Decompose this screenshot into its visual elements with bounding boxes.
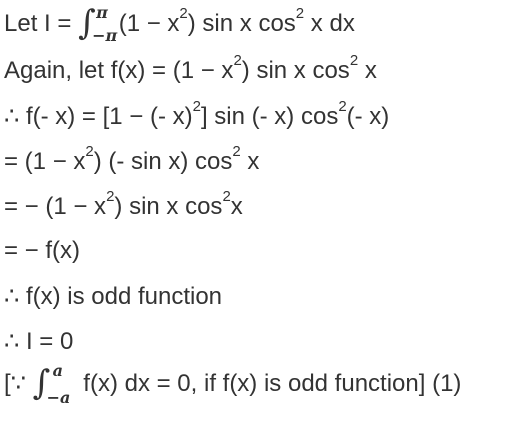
line3-text-a: ∴ f(- x) = [1 − (- x): [4, 103, 193, 130]
line2-text-c: x: [358, 57, 377, 84]
line1-prefix: Let I =: [4, 10, 79, 37]
exponent: 2: [295, 5, 305, 22]
line2-text-b: ) sin x cos: [241, 57, 350, 84]
line4-text-a: = (1 − x: [4, 148, 86, 175]
exponent: 2: [179, 5, 188, 22]
line-integral-definition: Let I = ∫ π −π (1 − x2) sin x cos2 x dx: [4, 3, 355, 45]
line-simplify-2: = − (1 − x2) sin x cos2x: [4, 189, 243, 222]
line9-prefix: [∵: [4, 370, 33, 397]
line1-text-b: ) sin x cos: [187, 10, 296, 37]
line1-text-c: x dx: [304, 10, 355, 37]
line2-text-a: Again, let f(x) = (1 − x: [4, 57, 234, 84]
line5-text-c: x: [230, 193, 243, 220]
exponent: 2: [222, 188, 231, 205]
line1-text-a: (1 − x: [112, 10, 180, 37]
line5-text-a: = − (1 − x: [4, 193, 107, 220]
integral-lower-limit: −a: [46, 388, 71, 407]
exponent: 2: [349, 52, 359, 69]
integral-sign: ∫ a −a: [32, 361, 71, 407]
line3-text-c: (- x): [346, 103, 390, 130]
line-define-f: Again, let f(x) = (1 − x2) sin x cos2 x: [4, 53, 377, 86]
line-odd-function: ∴ f(x) is odd function: [4, 283, 223, 310]
integral-sign: ∫ π −π: [78, 3, 118, 45]
line-result: ∴ I = 0: [4, 328, 74, 355]
integral-lower-limit: −π: [92, 26, 118, 45]
line-simplify-1: = (1 − x2) (- sin x) cos2 x: [4, 144, 260, 177]
exponent: 2: [338, 98, 347, 115]
line-property-note: [∵ ∫ a −a f(x) dx = 0, if f(x) is odd func…: [4, 361, 462, 407]
exponent: 2: [232, 143, 241, 160]
exponent: 2: [233, 52, 242, 69]
line5-text-b: ) sin x cos: [114, 193, 223, 220]
line9-text: f(x) dx = 0, if f(x) is odd function] (1…: [76, 370, 462, 397]
line-f-of-minus-x: ∴ f(- x) = [1 − (- x)2] sin (- x) cos2(-…: [4, 99, 390, 132]
exponent: 2: [85, 143, 94, 160]
exponent: 2: [192, 98, 201, 115]
line-minus-f: = − f(x): [4, 237, 81, 264]
line4-text-c: x: [240, 148, 260, 175]
exponent: 2: [106, 188, 115, 205]
integral-upper-limit: a: [52, 361, 63, 380]
integral-upper-limit: π: [96, 3, 108, 22]
line3-text-b: ] sin (- x) cos: [200, 103, 339, 130]
line4-text-b: ) (- sin x) cos: [93, 148, 233, 175]
